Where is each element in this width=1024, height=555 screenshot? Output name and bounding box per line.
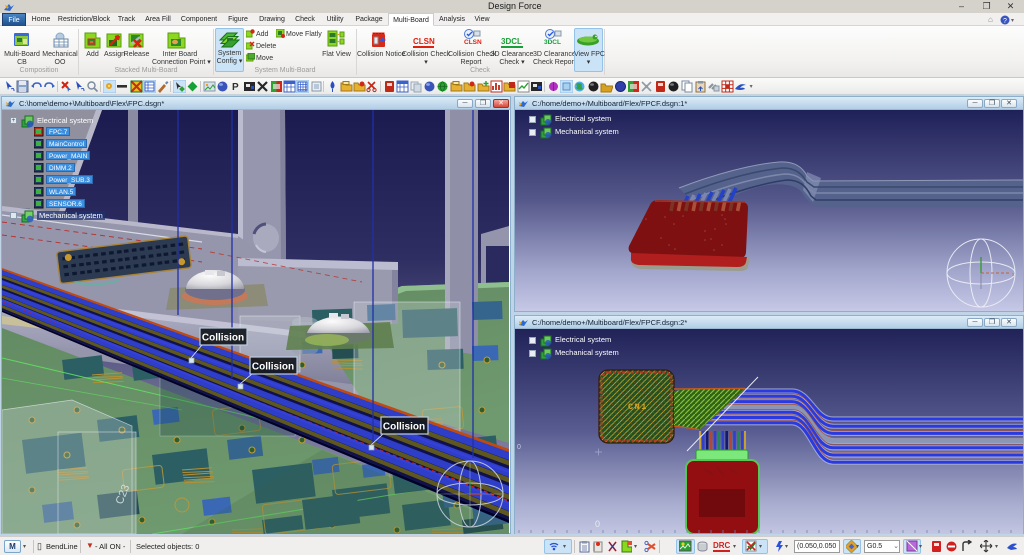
- svg-text:3DCL: 3DCL: [544, 39, 561, 46]
- svg-text:P: P: [232, 82, 239, 93]
- svg-text:0: 0: [517, 444, 521, 451]
- svg-text:Collision: Collision: [202, 333, 244, 344]
- svg-text:?: ?: [1003, 18, 1007, 25]
- svg-text:CLSN: CLSN: [464, 39, 482, 46]
- svg-text:CN1: CN1: [628, 402, 648, 412]
- svg-text:0: 0: [595, 519, 600, 529]
- svg-text:Collision: Collision: [383, 422, 425, 433]
- svg-text:Collision: Collision: [252, 362, 294, 373]
